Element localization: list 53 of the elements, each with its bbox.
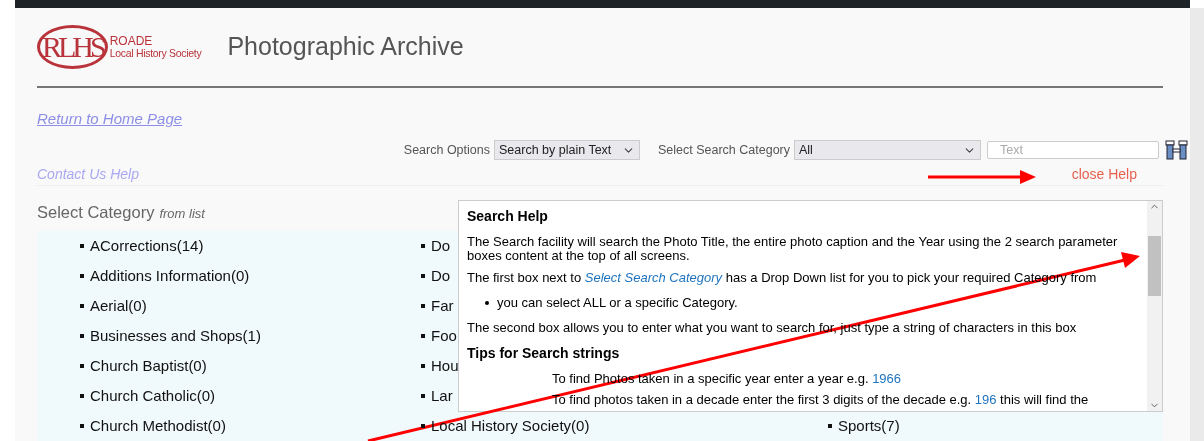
category-heading-hint: from list: [159, 205, 205, 224]
category-link[interactable]: Select Search Category: [584, 270, 723, 285]
category-link[interactable]: Sports(7): [838, 414, 900, 438]
help-paragraph: The Search facility will search the Photo Title, the entire photo caption and the Year using the 2 search parameter boxes content at the top of all screens.: [467, 235, 1119, 263]
help-bullet-text: you can select ALL or a specific Category.: [497, 294, 738, 312]
help-subheading: Tips for Search strings: [467, 343, 621, 363]
category-link[interactable]: Church Methodist(0): [90, 414, 226, 438]
bullet-icon: [421, 304, 425, 308]
search-options-select[interactable]: Search by plain Text: [494, 140, 640, 161]
bullet-icon: [80, 394, 84, 398]
help-scrollbar[interactable]: [1147, 201, 1162, 411]
help-title: Search Help: [467, 207, 549, 226]
bullet-icon: [80, 244, 84, 248]
search-category-select[interactable]: All: [794, 140, 981, 161]
category-heading: Select Category: [37, 202, 155, 224]
bullet-icon: [828, 424, 832, 428]
logo-subtitle: Local History Society: [109, 46, 202, 59]
category-link[interactable]: Hou: [431, 354, 459, 378]
search-category-label: Select Search Category: [658, 142, 790, 160]
category-link[interactable]: Additions Information(0): [90, 264, 250, 288]
logo-name: ROADE: [109, 34, 154, 47]
category-link[interactable]: Local History Society(0): [431, 414, 590, 438]
example-link[interactable]: 196: [974, 391, 997, 407]
example-link[interactable]: 1966: [872, 370, 902, 386]
category-link[interactable]: Church Catholic(0): [90, 384, 216, 408]
bullet-icon: [421, 274, 425, 278]
bullet-icon: [80, 424, 84, 428]
bullet-icon: [80, 304, 84, 308]
category-link[interactable]: Aerial(0): [90, 294, 147, 318]
category-link[interactable]: Church Baptist(0): [90, 354, 207, 378]
bullet-icon: [80, 364, 84, 368]
page-title: Photographic Archive: [227, 31, 464, 63]
bullet-icon: [421, 244, 425, 248]
bullet-icon: [80, 334, 84, 338]
category-link[interactable]: ACorrections(14): [90, 234, 204, 258]
bullet-icon: [485, 300, 489, 305]
bullet-icon: [421, 334, 425, 338]
bullet-icon: [421, 424, 425, 428]
category-link[interactable]: Do: [431, 234, 451, 258]
scrollbar-thumb[interactable]: [1148, 236, 1161, 296]
search-text-field[interactable]: Text: [987, 141, 1159, 160]
bullet-icon: [421, 394, 425, 398]
help-tip: To find Photos taken in a specific year enter a year e.g. 1966: [551, 371, 903, 386]
category-link[interactable]: Do: [431, 264, 451, 288]
binoculars-icon[interactable]: [1165, 140, 1188, 161]
bullet-icon: [421, 364, 425, 368]
category-link[interactable]: Businesses and Shops(1): [90, 324, 261, 348]
category-link[interactable]: Lar: [431, 384, 453, 408]
category-link[interactable]: Far: [431, 294, 454, 318]
category-link[interactable]: Foo: [431, 324, 457, 348]
search-options-label: Search Options: [403, 142, 490, 160]
logo-monogram: RLHS: [37, 24, 108, 69]
bullet-icon: [80, 274, 84, 278]
